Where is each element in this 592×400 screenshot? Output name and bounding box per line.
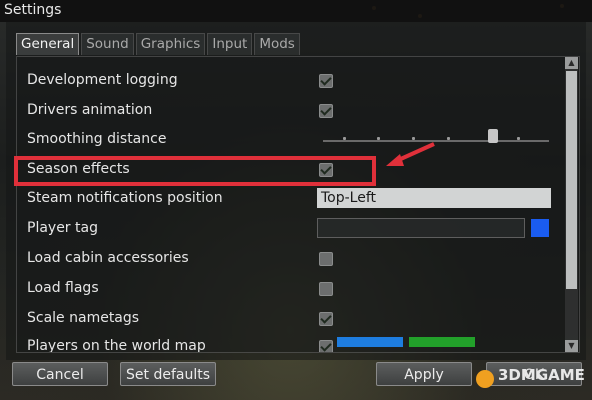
tab-input[interactable]: Input (207, 33, 253, 55)
title-bar: Settings (0, 0, 592, 22)
setting-row-drivers-animation: Drivers animation (17, 97, 563, 125)
scroll-down-icon[interactable]: ▼ (565, 340, 578, 352)
setting-row-load-cabin-accessories: Load cabin accessories (17, 245, 563, 273)
scrollbar[interactable]: ▲ ▼ (565, 57, 578, 352)
slider-tick (517, 137, 520, 140)
tab-mods[interactable]: Mods (254, 33, 300, 55)
world-map-color-bar[interactable] (409, 337, 475, 347)
load-cabin-accessories-checkbox[interactable] (319, 252, 333, 266)
setting-row-players-on-world-map: Players on the world map (17, 333, 563, 353)
setting-label: Drivers animation (27, 102, 153, 118)
setting-label: Load cabin accessories (27, 250, 189, 266)
slider-tick (343, 137, 346, 140)
setting-row-steam-notifications-position: Steam notifications position Top-Left (17, 185, 563, 213)
setting-row-development-logging: Development logging (17, 67, 563, 95)
tab-general[interactable]: General (16, 33, 80, 55)
scrollbar-thumb[interactable] (566, 71, 577, 289)
annotation-highlight-box (14, 156, 376, 186)
setting-label: Player tag (27, 220, 98, 236)
setting-row-smoothing-distance: Smoothing distance (17, 126, 563, 154)
setting-row-scale-nametags: Scale nametags (17, 305, 563, 333)
setting-label: Steam notifications position (27, 190, 223, 206)
settings-window: General Sound Graphics Input Mods Develo… (6, 22, 586, 360)
development-logging-checkbox[interactable] (319, 74, 333, 88)
players-on-world-map-checkbox[interactable] (319, 340, 333, 352)
setting-label: Scale nametags (27, 310, 140, 326)
cancel-button[interactable]: Cancel (12, 362, 108, 386)
scale-nametags-checkbox[interactable] (319, 312, 333, 326)
player-tag-color-swatch[interactable] (531, 219, 549, 237)
load-flags-checkbox[interactable] (319, 282, 333, 296)
apply-button[interactable]: Apply (376, 362, 472, 386)
annotation-arrow-icon (386, 142, 435, 166)
setting-label: Load flags (27, 280, 99, 296)
player-tag-input[interactable] (317, 218, 525, 238)
smoothing-distance-slider[interactable] (323, 140, 549, 142)
setting-row-load-flags: Load flags (17, 275, 563, 303)
tab-sound[interactable]: Sound (81, 33, 134, 55)
window-title: Settings (4, 2, 62, 18)
tab-bar: General Sound Graphics Input Mods (16, 33, 300, 55)
slider-tick (447, 137, 450, 140)
set-defaults-button[interactable]: Set defaults (120, 362, 216, 386)
watermark-text: 3DMGAME (498, 366, 585, 384)
watermark-logo-icon (476, 370, 494, 388)
steam-notifications-position-select[interactable]: Top-Left (317, 188, 551, 208)
setting-row-player-tag: Player tag (17, 215, 563, 243)
world-map-color-bar[interactable] (337, 337, 403, 347)
scroll-up-icon[interactable]: ▲ (565, 57, 578, 69)
settings-list: Development logging Drivers animation Sm… (16, 56, 580, 353)
slider-tick (377, 137, 380, 140)
setting-label: Smoothing distance (27, 131, 167, 147)
setting-label: Development logging (27, 72, 178, 88)
setting-label: Players on the world map (27, 338, 206, 353)
tab-graphics[interactable]: Graphics (135, 33, 206, 55)
slider-handle[interactable] (487, 129, 498, 143)
drivers-animation-checkbox[interactable] (319, 104, 333, 118)
